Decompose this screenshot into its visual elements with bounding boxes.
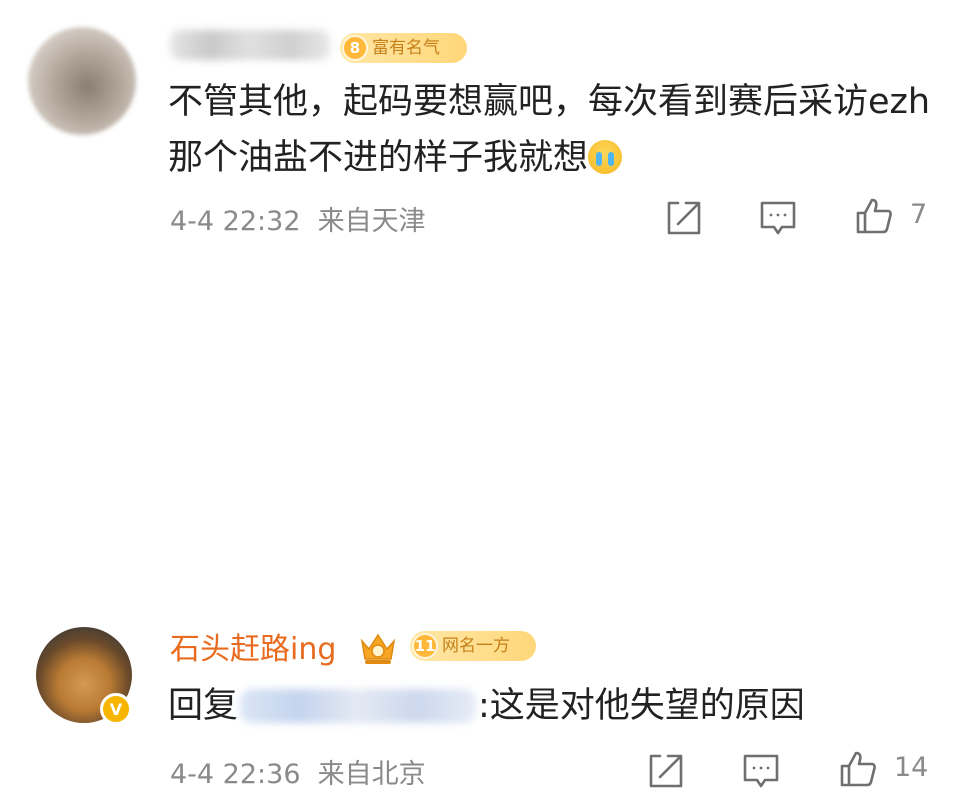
comment-item: 8 富有名气 不管其他，起码要想赢吧，每次看到赛后采访ezh那个油盐不进的样子我… [0,0,960,262]
fan-badge[interactable]: 11 网名一方 [410,631,536,661]
like-count: 14 [894,752,929,783]
comment-text: 不管其他，起码要想赢吧，每次看到赛后采访ezh那个油盐不进的样子我就想 [168,74,938,186]
badge-label: 网名一方 [442,636,510,656]
mention-blurred[interactable] [240,689,477,723]
verified-badge: V [100,693,132,725]
timestamp: 4-4 22:32 [170,206,301,237]
like-count: 7 [910,199,928,230]
comment-icon[interactable] [758,198,798,238]
crying-face-emoji [588,140,623,174]
username[interactable]: 石头赶路ing [170,632,336,668]
comment-text: 回复 :这是对他失望的原因 [168,678,805,734]
location: 来自北京 [317,759,426,790]
comment-item: V 石头赶路ing 11 网名一方 回复 :这是对他失望的原因 4-4 22:36… [0,300,960,790]
like-icon[interactable] [854,196,894,236]
comment-meta: 4-4 22:32 来自天津 [170,199,426,238]
share-icon[interactable] [646,751,686,791]
reply-prefix: 回复 [168,686,239,726]
comment-icon[interactable] [741,751,781,791]
comment-content: 不管其他，起码要想赢吧，每次看到赛后采访ezh那个油盐不进的样子我就想 [168,82,931,178]
badge-level: 8 [342,35,368,61]
crown-icon [360,633,396,664]
badge-label: 富有名气 [372,38,440,58]
badge-level: 11 [412,633,438,659]
like-icon[interactable] [838,749,878,789]
share-icon[interactable] [664,198,704,238]
avatar[interactable] [28,27,136,135]
fan-badge[interactable]: 8 富有名气 [340,33,467,63]
location: 来自天津 [317,206,426,237]
timestamp: 4-4 22:36 [170,759,301,790]
comment-content: :这是对他失望的原因 [478,686,805,726]
comment-meta: 4-4 22:36 来自北京 [170,752,426,791]
username-blurred[interactable] [170,30,330,60]
